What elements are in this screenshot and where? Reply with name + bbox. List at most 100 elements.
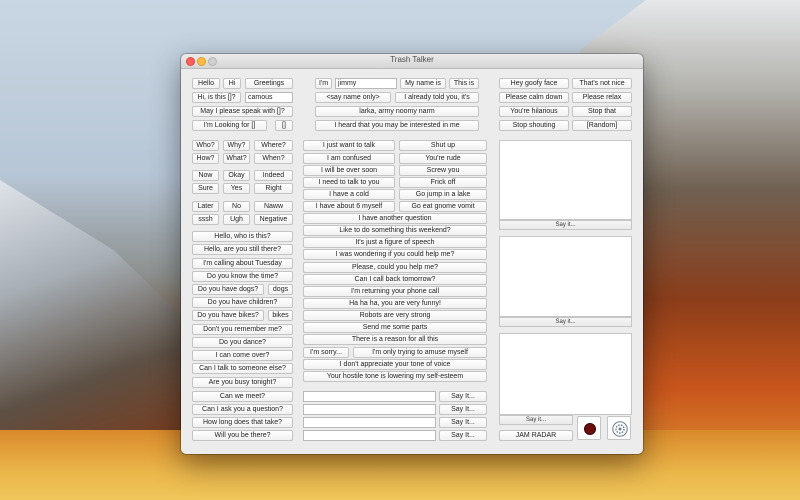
talk-someone-else-button[interactable]: Can I talk to someone else? [192,363,293,374]
still-there-button[interactable]: Hello, are you still there? [192,244,293,255]
want-to-talk-button[interactable]: I just want to talk [303,140,395,151]
call-back-button[interactable]: Can I call back tomorrow? [303,274,487,285]
gnome-vomit-button[interactable]: Go eat gnome vomit [399,201,487,212]
how-button[interactable]: How? [192,153,219,164]
custom-phrase-field-1[interactable] [303,391,436,402]
im-sorry-button[interactable]: I'm sorry... [303,347,349,358]
ask-question-button[interactable]: Can I ask you a question? [192,404,293,415]
can-we-meet-button[interactable]: Can we meet? [192,391,293,402]
send-parts-button[interactable]: Send me some parts [303,322,487,333]
tone-of-voice-button[interactable]: I don't appreciate your tone of voice [303,359,487,370]
say-it-button-1[interactable]: Say It... [439,391,487,402]
over-soon-button[interactable]: I will be over soon [303,165,395,176]
jump-in-lake-button[interactable]: Go jump in a lake [399,189,487,200]
custom-phrase-field-4[interactable] [303,430,436,441]
amuse-myself-button[interactable]: I'm only trying to amuse myself [353,347,487,358]
calling-tuesday-button[interactable]: I'm calling about Tuesday [192,258,293,269]
who-button[interactable]: Who? [192,140,219,151]
sssh-button[interactable]: sssh [192,214,219,225]
hi-button[interactable]: Hi [223,78,241,89]
ugh-button[interactable]: Ugh [223,214,250,225]
random-button[interactable]: [Random] [572,120,632,131]
my-name-field[interactable]: jimmy [335,78,397,89]
about-six-button[interactable]: I have about 6 myself [303,201,395,212]
this-weekend-button[interactable]: Like to do something this weekend? [303,225,487,236]
shut-up-button[interactable]: Shut up [399,140,487,151]
say-it-pane-button-2[interactable]: Say it... [499,317,632,327]
youre-rude-button[interactable]: You're rude [399,153,487,164]
looking-for-button[interactable]: I'm Looking for [] [192,120,267,131]
what-button[interactable]: What? [223,153,250,164]
no-button[interactable]: No [223,201,250,212]
jam-radar-button[interactable]: JAM RADAR [499,430,573,441]
my-name-is-button[interactable]: My name is [400,78,446,89]
have-cold-button[interactable]: I have a cold [303,189,395,200]
stop-shouting-button[interactable]: Stop shouting [499,120,569,131]
wondering-help-button[interactable]: I was wondering if you could help me? [303,249,487,260]
hi-is-this-button[interactable]: Hi, is this []? [192,92,241,103]
where-button[interactable]: Where? [254,140,293,151]
have-bikes-button[interactable]: Do you have bikes? [192,310,264,321]
hostile-tone-button[interactable]: Your hostile tone is lowering my self-es… [303,371,487,382]
calm-down-button[interactable]: Please calm down [499,92,569,103]
please-relax-button[interactable]: Please relax [572,92,632,103]
sure-button[interactable]: Sure [192,183,219,194]
will-you-be-there-button[interactable]: Will you be there? [192,430,293,441]
naww-button[interactable]: Naww [254,201,293,212]
stop-that-button[interactable]: Stop that [572,106,632,117]
heard-interested-button[interactable]: I heard that you may be interested in me [315,120,479,131]
say-it-pane-button-3[interactable]: Say it... [499,415,573,425]
who-is-this-button[interactable]: Hello, who is this? [192,231,293,242]
have-dogs-button[interactable]: Do you have dogs? [192,284,264,295]
hi-is-this-name-field[interactable]: camous [245,92,293,103]
text-pane-2[interactable] [499,236,632,317]
text-pane-3[interactable] [499,333,632,415]
why-button[interactable]: Why? [223,140,250,151]
robots-strong-button[interactable]: Robots are very strong [303,310,487,321]
have-children-button[interactable]: Do you have children? [192,297,293,308]
say-it-button-4[interactable]: Say It... [439,430,487,441]
custom-phrase-field-3[interactable] [303,417,436,428]
later-button[interactable]: Later [192,201,219,212]
figure-of-speech-button[interactable]: It's just a figure of speech [303,237,487,248]
dogs-button[interactable]: dogs [268,284,293,295]
say-it-button-3[interactable]: Say It... [439,417,487,428]
this-is-button[interactable]: This is [449,78,479,89]
say-it-button-2[interactable]: Say It... [439,404,487,415]
hello-button[interactable]: Hello [192,78,220,89]
screw-you-button[interactable]: Screw you [399,165,487,176]
know-the-time-button[interactable]: Do you know the time? [192,271,293,282]
very-funny-button[interactable]: Ha ha ha, you are very funny! [303,298,487,309]
im-button[interactable]: I'm [315,78,332,89]
custom-phrase-field-2[interactable] [303,404,436,415]
remember-me-button[interactable]: Don't you remember me? [192,324,293,335]
greetings-button[interactable]: Greetings [245,78,293,89]
title-bar[interactable]: Trash Talker [181,54,643,69]
now-button[interactable]: Now [192,170,219,181]
larka-button[interactable]: larka, army noomy narm [315,106,479,117]
confused-button[interactable]: I am confused [303,153,395,164]
okay-button[interactable]: Okay [223,170,250,181]
record-button[interactable] [577,416,601,440]
returning-call-button[interactable]: I'm returning your phone call [303,286,487,297]
settings-button[interactable] [607,416,631,440]
need-talk-button[interactable]: I need to talk to you [303,177,395,188]
bracket-button[interactable]: [] [275,120,293,131]
please-help-button[interactable]: Please, could you help me? [303,262,487,273]
when-button[interactable]: When? [254,153,293,164]
frick-off-button[interactable]: Frick off [399,177,487,188]
right-button[interactable]: Right [254,183,293,194]
say-name-only-button[interactable]: <say name only> [315,92,391,103]
another-question-button[interactable]: I have another question [303,213,487,224]
bikes-button[interactable]: bikes [268,310,293,321]
reason-for-all-button[interactable]: There is a reason for all this [303,334,487,345]
text-pane-1[interactable] [499,140,632,220]
yes-button[interactable]: Yes [223,183,250,194]
indeed-button[interactable]: Indeed [254,170,293,181]
how-long-button[interactable]: How long does that take? [192,417,293,428]
negative-button[interactable]: Negative [254,214,293,225]
not-nice-button[interactable]: That's not nice [572,78,632,89]
do-you-dance-button[interactable]: Do you dance? [192,337,293,348]
hilarious-button[interactable]: You're hilarious [499,106,569,117]
already-told-button[interactable]: I already told you, it's [395,92,479,103]
